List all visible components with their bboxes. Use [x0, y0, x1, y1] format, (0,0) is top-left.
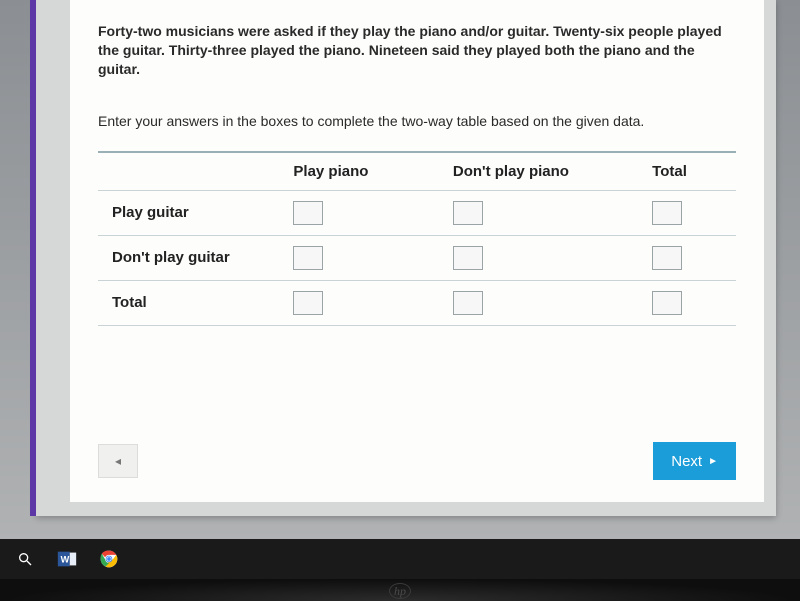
row-label-total: Total [98, 280, 287, 325]
svg-text:W: W [61, 555, 70, 565]
answer-input[interactable] [453, 201, 483, 225]
instruction-text: Enter your answers in the boxes to compl… [98, 113, 736, 129]
table-row: Don't play guitar [98, 235, 736, 280]
table-row: Total [98, 280, 736, 325]
monitor-bezel: hp [0, 579, 800, 601]
answer-input[interactable] [652, 201, 682, 225]
chrome-app-icon[interactable] [90, 542, 128, 576]
prev-button[interactable]: ◂ [98, 444, 138, 478]
answer-input[interactable] [652, 246, 682, 270]
two-way-table: Play piano Don't play piano Total Play g… [98, 151, 736, 326]
nav-row: ◂ Next ► [98, 442, 736, 480]
answer-input[interactable] [293, 246, 323, 270]
row-label-play-guitar: Play guitar [98, 190, 287, 235]
col-header-dont-play-piano: Don't play piano [447, 152, 646, 191]
word-app-icon[interactable]: W [48, 542, 86, 576]
taskbar: W [0, 539, 800, 579]
corner-cell [98, 152, 287, 191]
answer-input[interactable] [293, 201, 323, 225]
question-text: Forty-two musicians were asked if they p… [98, 22, 736, 79]
answer-input[interactable] [293, 291, 323, 315]
col-header-total: Total [646, 152, 736, 191]
hp-logo-icon: hp [389, 583, 411, 599]
next-button[interactable]: Next ► [653, 442, 736, 480]
row-label-dont-play-guitar: Don't play guitar [98, 235, 287, 280]
table-row: Play guitar [98, 190, 736, 235]
quiz-window: Forty-two musicians were asked if they p… [36, 0, 776, 516]
answer-input[interactable] [453, 246, 483, 270]
answer-input[interactable] [453, 291, 483, 315]
chevron-right-icon: ► [708, 456, 718, 467]
col-header-play-piano: Play piano [287, 152, 446, 191]
next-label: Next [671, 453, 702, 470]
answer-input[interactable] [652, 291, 682, 315]
chevron-left-icon: ◂ [115, 454, 121, 468]
question-card: Forty-two musicians were asked if they p… [70, 0, 764, 502]
search-icon[interactable] [6, 542, 44, 576]
